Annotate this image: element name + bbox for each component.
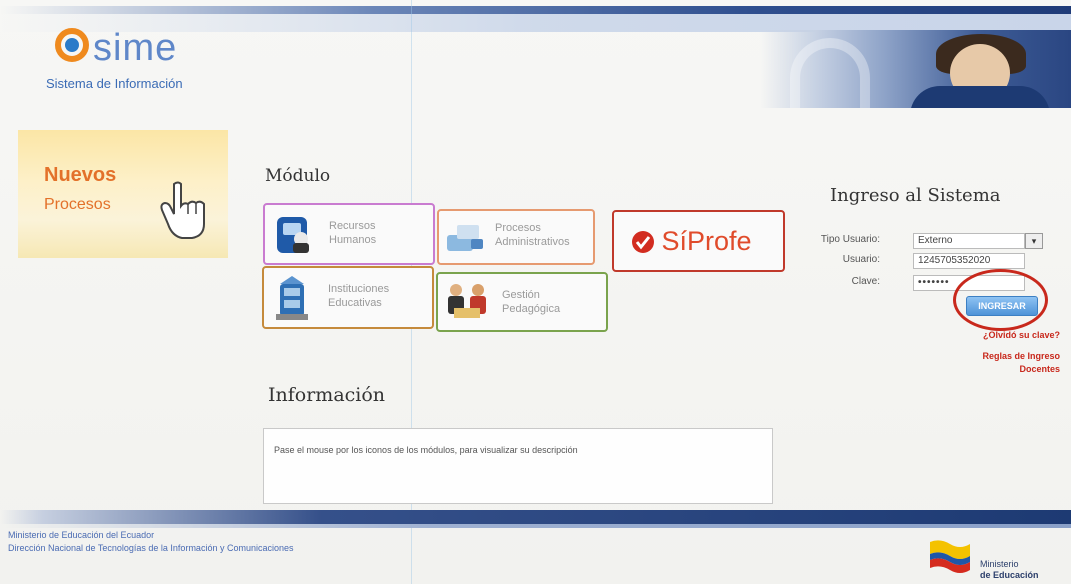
usuario-input[interactable]: 1245705352020 bbox=[913, 253, 1025, 269]
modulo-recursos-humanos[interactable]: Recursos Humanos bbox=[263, 203, 435, 265]
footer-line1: Ministerio de Educación del Ecuador bbox=[8, 530, 155, 540]
pointing-hand-icon bbox=[160, 181, 205, 239]
modulo-label: Instituciones Educativas bbox=[328, 283, 390, 309]
siprofe-logo: SíProfe bbox=[632, 226, 752, 257]
photo-shirt bbox=[910, 86, 1050, 108]
modulo-label: Gestión Pedagógica bbox=[502, 289, 561, 315]
clave-label: Clave: bbox=[851, 276, 880, 287]
footer-band bbox=[0, 510, 1071, 524]
logo-circle-icon bbox=[55, 28, 89, 62]
ministerio-text-2: de Educación bbox=[980, 570, 1039, 580]
ministerio-flag-icon bbox=[930, 540, 970, 573]
tipo-usuario-select[interactable]: Externo bbox=[913, 233, 1025, 249]
instituciones-educativas-icon bbox=[276, 276, 308, 320]
recursos-humanos-icon bbox=[277, 217, 309, 253]
footer-line2: Dirección Nacional de Tecnologías de la … bbox=[8, 543, 294, 553]
tipo-usuario-label: Tipo Usuario: bbox=[820, 234, 880, 245]
modulo-label: Procesos Administrativos bbox=[495, 222, 570, 248]
modulo-title: Módulo bbox=[265, 166, 331, 186]
modulo-siprofe[interactable]: SíProfe bbox=[612, 210, 785, 272]
header-photo bbox=[760, 30, 1071, 108]
modulo-instituciones-educativas[interactable]: Instituciones Educativas bbox=[262, 266, 434, 329]
header: sime Sistema de Información bbox=[0, 0, 1071, 112]
modulo-gestion-pedagogica[interactable]: Gestión Pedagógica bbox=[436, 272, 608, 332]
nuevos-procesos-banner[interactable]: Nuevos Procesos bbox=[18, 130, 228, 258]
promo-subtitle: Procesos bbox=[44, 196, 111, 213]
siprofe-label: SíProfe bbox=[661, 226, 752, 256]
promo-title: Nuevos bbox=[44, 164, 117, 186]
informacion-text: Pase el mouse por los iconos de los módu… bbox=[274, 445, 578, 455]
page: sime Sistema de Información Nuevos Proce… bbox=[0, 0, 1071, 584]
usuario-label: Usuario: bbox=[842, 254, 880, 265]
olvido-clave-link[interactable]: ¿Olvidó su clave? bbox=[965, 330, 1060, 340]
header-band bbox=[0, 6, 1071, 14]
chevron-down-icon[interactable]: ▾ bbox=[1025, 233, 1043, 249]
docentes-link[interactable]: Docentes bbox=[930, 364, 1060, 374]
reglas-ingreso-link[interactable]: Reglas de Ingreso bbox=[930, 351, 1060, 361]
photo-arch-shape bbox=[790, 38, 870, 108]
login-title: Ingreso al Sistema bbox=[830, 185, 1001, 206]
ingresar-button[interactable]: INGRESAR bbox=[966, 296, 1038, 316]
informacion-title: Información bbox=[268, 384, 386, 406]
informacion-box: Pase el mouse por los iconos de los módu… bbox=[263, 428, 773, 504]
sime-logo[interactable]: sime Sistema de Información bbox=[46, 24, 255, 94]
procesos-administrativos-icon bbox=[447, 225, 483, 251]
logo-subtitle: Sistema de Información bbox=[46, 76, 183, 91]
siprofe-check-icon bbox=[632, 231, 654, 253]
footer-band-light bbox=[0, 524, 1071, 528]
gestion-pedagogica-icon bbox=[448, 284, 486, 318]
ministerio-text-1: Ministerio bbox=[980, 559, 1019, 569]
modulo-procesos-administrativos[interactable]: Procesos Administrativos bbox=[437, 209, 595, 265]
modulo-label: Recursos Humanos bbox=[329, 220, 377, 246]
logo-name: sime bbox=[93, 27, 178, 69]
